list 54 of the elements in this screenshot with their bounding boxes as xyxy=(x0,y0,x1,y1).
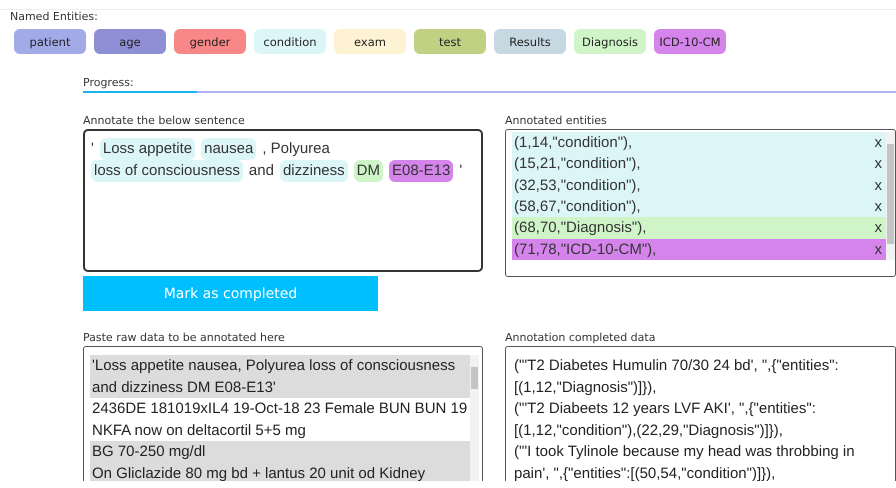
entity-row[interactable]: (71,78,"ICD-10-CM"), x xyxy=(512,238,886,260)
entity-row[interactable]: (15,21,"condition"), x xyxy=(512,153,886,175)
panel-label: Annotated entities xyxy=(505,114,608,127)
raw-data-item: On Gliclazide 80 mg bd + lantus 20 unit od Kidney xyxy=(90,462,470,481)
raw-data-item: 2436DE 181019xIL4 19-Oct-18 23 Female BUN BUN 19 NKFA now on deltacortil 5+5 mg xyxy=(91,399,468,441)
entity-tag[interactable]: condition xyxy=(254,29,326,54)
entity-tag[interactable]: Results xyxy=(494,29,566,54)
entity-highlight[interactable]: DM xyxy=(354,160,383,182)
entity-row-text: (15,21,"condition"), xyxy=(514,155,641,172)
entity-tag[interactable]: patient xyxy=(14,29,86,54)
entity-highlight[interactable]: nausea xyxy=(201,138,256,160)
entity-highlight[interactable]: Loss appetite xyxy=(100,138,196,160)
entity-row[interactable]: (68,70,"Diagnosis"), x xyxy=(512,217,886,239)
entity-row-text: (32,53,"condition"), xyxy=(514,176,641,194)
entity-row-text: (1,14,"condition"), xyxy=(514,134,632,152)
panel-label: Paste raw data to be annotated here xyxy=(83,331,286,344)
sentence-text: ' xyxy=(91,139,94,159)
progress-label: Progress: xyxy=(83,76,135,89)
entity-row-text: (71,78,"ICD-10-CM"), xyxy=(514,240,656,258)
section-label: Named Entities: xyxy=(10,10,99,23)
completed-data-field[interactable] xyxy=(505,346,896,481)
entity-highlight[interactable]: loss of consciousness xyxy=(91,160,243,182)
panel-label: Annotate the below sentence xyxy=(83,114,246,127)
remove-button[interactable]: x xyxy=(874,155,882,172)
entity-row[interactable]: (32,53,"condition"), x xyxy=(512,174,886,196)
scrollbar[interactable] xyxy=(886,132,895,260)
raw-data-field[interactable] xyxy=(83,346,483,481)
scrollbar[interactable] xyxy=(470,355,479,481)
entity-tag[interactable]: gender xyxy=(174,29,246,54)
completed-data-item: ("'T2 Diabeets 12 years LVF AKI', ",{"entities": [(1,12,"condition"),(22,29,"Diagnosis")]}), xyxy=(513,399,817,441)
remove-button[interactable]: x xyxy=(874,240,882,258)
entity-row[interactable]: (58,67,"condition"), x xyxy=(512,196,886,218)
entity-row-text: (58,67,"condition"), xyxy=(514,198,641,216)
remove-button[interactable]: x xyxy=(874,134,882,152)
entity-row-text: (68,70,"Diagnosis"), xyxy=(514,219,646,236)
sentence-text: , Polyurea xyxy=(262,139,330,159)
entity-tag[interactable]: age xyxy=(94,29,166,54)
panel-label: Annotation completed data xyxy=(505,331,656,344)
entity-tag[interactable]: exam xyxy=(334,29,406,54)
entity-highlight[interactable]: dizziness xyxy=(280,160,348,182)
remove-button[interactable]: x xyxy=(874,219,882,236)
entity-tag[interactable]: Diagnosis xyxy=(574,29,646,54)
raw-data-item: BG 70-250 mg/dl xyxy=(90,441,470,463)
entity-tag[interactable]: ICD-10-CM xyxy=(654,29,726,54)
entity-row[interactable]: (1,14,"condition"), x xyxy=(512,132,886,154)
sentence-text: ' xyxy=(459,161,462,181)
entity-highlight[interactable]: E08-E13 xyxy=(388,160,454,182)
remove-button[interactable]: x xyxy=(874,176,882,194)
completed-data-item: ("'I took Tylinole because my head was throbbing in pain', ",{"entities":[(50,54,"condition")]}), xyxy=(513,442,856,481)
raw-data-item: 'Loss appetite nausea, Polyurea loss of consciousness and dizziness DM E08-E13' xyxy=(90,355,470,398)
sentence-text: and xyxy=(248,161,274,181)
entity-tag[interactable]: test xyxy=(414,29,486,54)
remove-button[interactable]: x xyxy=(874,198,882,216)
completed-data-item: ("'T2 Diabetes Humulin 70/30 24 bd', ",{"entities": [(1,12,"Diagnosis")]}), xyxy=(513,356,840,398)
